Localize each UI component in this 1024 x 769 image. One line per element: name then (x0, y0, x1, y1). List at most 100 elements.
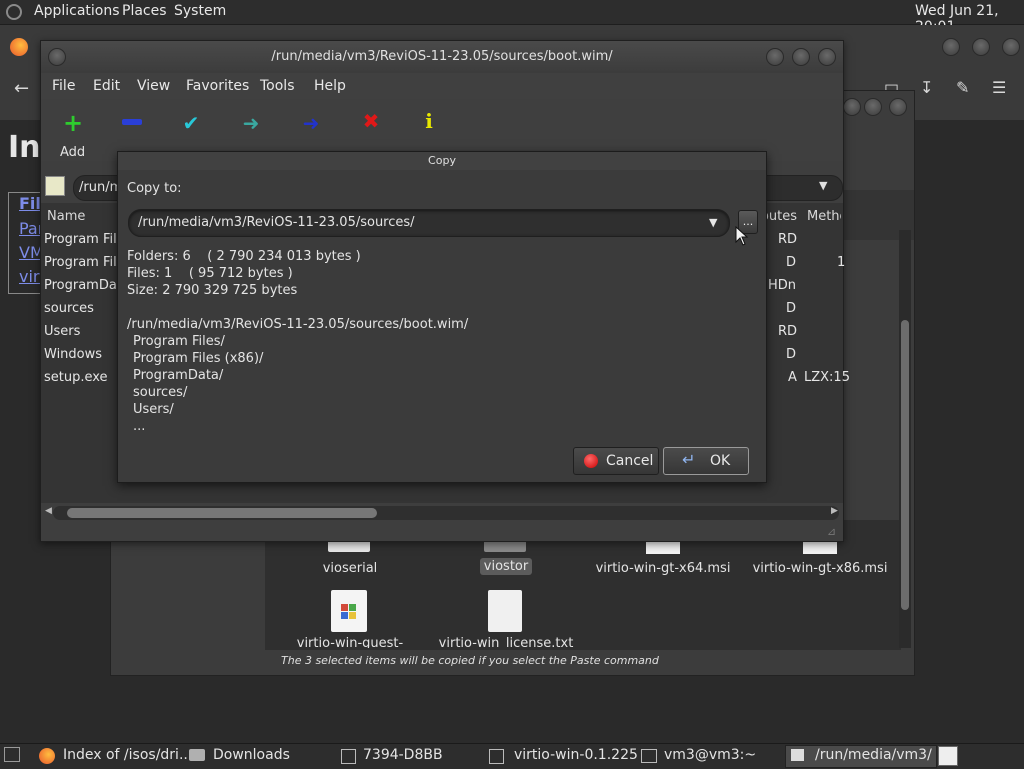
list-item: sources/ (133, 385, 188, 400)
copy-dialog: Copy Copy to: /run/media/vm3/ReviOS-11-2… (117, 151, 767, 483)
table-row-attr: A (788, 370, 797, 385)
table-row-name[interactable]: setup.exe (44, 370, 108, 385)
zip-minimize-button[interactable] (766, 48, 784, 66)
ff-minimize-button[interactable] (942, 38, 960, 56)
zip-close-button[interactable] (818, 48, 836, 66)
info-icon: i (425, 109, 433, 133)
check-icon: ✔ (182, 111, 200, 135)
minus-icon (122, 119, 142, 125)
panel-menu-places[interactable]: Places (122, 3, 167, 19)
resize-grip-icon[interactable]: ⊿ (827, 525, 836, 538)
task-virtio[interactable]: virtio-win-0.1.225 (514, 747, 638, 763)
file-label-guest[interactable]: virtio-win-guest- (270, 636, 430, 648)
file-label-license[interactable]: virtio-win_license.txt (426, 636, 586, 648)
show-desktop-icon[interactable] (4, 747, 20, 762)
tile-red (341, 604, 348, 611)
distro-logo-icon[interactable] (6, 4, 22, 20)
table-row-name[interactable]: Users (44, 324, 80, 339)
ff-close-button[interactable] (1002, 38, 1020, 56)
task-terminal[interactable]: vm3@vm3:~ (664, 747, 756, 763)
cancel-icon (584, 454, 598, 468)
file-label-vioserial[interactable]: vioserial (270, 561, 430, 576)
mouse-cursor-icon (735, 226, 749, 246)
col-header-name[interactable]: Name (47, 209, 85, 224)
copy-to-label: Copy to: (127, 181, 182, 196)
stats-files: Files: 1 ( 95 712 bytes ) (127, 266, 293, 281)
fm2-status-text: The 3 selected items will be copied if y… (281, 654, 659, 667)
col-header-method[interactable]: Method (807, 209, 841, 224)
task-drive[interactable]: 7394-D8BB (363, 747, 443, 763)
zip-maximize-button[interactable] (792, 48, 810, 66)
zip-hscroll-thumb[interactable] (67, 508, 377, 518)
plus-icon: + (62, 109, 84, 137)
selected-label: viostor (479, 558, 533, 575)
table-row-method: 1 (837, 255, 846, 270)
cancel-label: Cancel (606, 453, 654, 469)
extensions-icon[interactable]: ✎ (956, 78, 969, 97)
zip-hscrollbar[interactable] (53, 506, 839, 520)
menu-tools[interactable]: Tools (260, 78, 295, 94)
add-label: Add (60, 145, 86, 160)
file-label-gt-x64[interactable]: virtio-win-gt-x64.msi (583, 561, 743, 576)
fm2-minimize-button[interactable] (843, 98, 861, 116)
stats-folders: Folders: 6 ( 2 790 234 013 bytes ) (127, 249, 361, 264)
fm2-close-button[interactable] (889, 98, 907, 116)
panel-menu-system[interactable]: System (174, 3, 226, 19)
menu-favorites[interactable]: Favorites (186, 78, 249, 94)
task-firefox[interactable]: Index of /isos/dri... (63, 747, 192, 763)
table-row-attr: RD (778, 324, 798, 339)
fm2-maximize-button[interactable] (864, 98, 882, 116)
table-row-attr: HDn (768, 278, 797, 293)
table-row-name[interactable]: Windows (44, 347, 102, 362)
terminal-task-icon (641, 749, 657, 763)
copy-arrow-icon: ➜ (242, 111, 260, 135)
msi-package-icon[interactable] (331, 590, 367, 632)
destination-value: /run/media/vm3/ReviOS-11-23.05/sources/ (138, 215, 415, 230)
panel-menu-applications[interactable]: Applications (34, 3, 120, 19)
text-file-icon[interactable] (488, 590, 522, 632)
folder-up-icon[interactable] (45, 176, 65, 196)
stats-size: Size: 2 790 329 725 bytes (127, 283, 298, 298)
tile-blue (341, 612, 348, 619)
list-item: Program Files/ (133, 334, 225, 349)
list-item: Program Files (x86)/ (133, 351, 264, 366)
workspace-switcher[interactable] (938, 746, 958, 766)
task-zip[interactable]: /run/media/vm3/... (815, 747, 933, 763)
scroll-right-arrow-icon[interactable]: ▶ (831, 506, 838, 516)
destination-dropdown-arrow-icon[interactable]: ▼ (709, 216, 717, 229)
task-downloads[interactable]: Downloads (213, 747, 290, 763)
zip-path-text: /run/m (79, 180, 123, 195)
menu-view[interactable]: View (137, 78, 170, 94)
enter-arrow-icon: ↵ (682, 450, 696, 469)
cancel-button[interactable]: Cancel (573, 447, 659, 475)
firefox-task-icon (39, 748, 55, 764)
scroll-left-arrow-icon[interactable]: ◀ (45, 506, 52, 516)
hamburger-menu-icon[interactable]: ☰ (992, 78, 1006, 97)
table-row-attr: RD (778, 232, 798, 247)
file-label-viostor[interactable]: viostor (426, 558, 586, 575)
back-arrow-icon[interactable]: ← (14, 78, 29, 99)
list-item: Users/ (133, 402, 174, 417)
source-path: /run/media/vm3/ReviOS-11-23.05/sources/b… (127, 317, 469, 332)
zip-title: /run/media/vm3/ReviOS-11-23.05/sources/b… (271, 49, 613, 64)
menu-file[interactable]: File (52, 78, 75, 94)
copy-dialog-title: Copy (118, 152, 766, 170)
add-button[interactable]: + Add (55, 105, 95, 161)
table-row-attr: D (786, 347, 797, 362)
file-label-gt-x86[interactable]: virtio-win-gt-x86.msi (740, 561, 900, 576)
table-row-attr: D (786, 301, 797, 316)
menu-help[interactable]: Help (314, 78, 346, 94)
path-dropdown-arrow-icon[interactable]: ▼ (819, 179, 827, 192)
ok-button[interactable]: ↵ OK (663, 447, 749, 475)
ff-maximize-button[interactable] (972, 38, 990, 56)
table-row-method: LZX:15 (804, 370, 850, 385)
tile-green (349, 604, 356, 611)
drive-task-icon (341, 749, 356, 764)
ok-label: OK (710, 453, 731, 469)
fm2-vscroll-thumb[interactable] (901, 320, 909, 610)
menu-edit[interactable]: Edit (93, 78, 120, 94)
table-row-name[interactable]: sources (44, 301, 94, 316)
delete-x-icon: ✖ (362, 109, 380, 133)
firefox-logo-icon[interactable] (10, 38, 28, 56)
download-icon[interactable]: ↧ (920, 78, 933, 97)
